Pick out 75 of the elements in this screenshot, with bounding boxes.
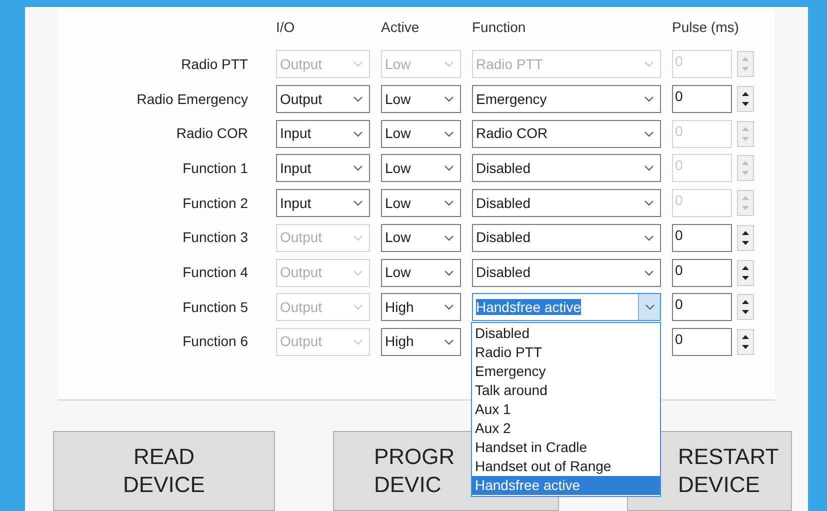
row-label: Function 6 — [182, 332, 248, 352]
row-label: Function 3 — [182, 228, 248, 248]
column-header: Pulse (ms) — [672, 18, 740, 37]
caret-icon — [644, 130, 654, 137]
dropdown-option[interactable]: Emergency — [472, 362, 660, 381]
dropdown-option[interactable]: Radio PTT — [472, 343, 660, 362]
caret-icon — [444, 96, 454, 102]
active-dropdown[interactable]: Low — [381, 224, 461, 252]
caret-icon — [644, 270, 654, 276]
caret-icon — [444, 200, 454, 206]
io-dropdown[interactable]: Input — [276, 120, 370, 148]
caret-icon — [353, 338, 363, 345]
function-dropdown[interactable]: Disabled — [472, 224, 661, 252]
caret-icon — [644, 165, 654, 172]
row-label: Function 1 — [182, 158, 248, 178]
column-header: I/O — [276, 18, 296, 37]
function-dropdown[interactable]: Radio COR — [472, 120, 661, 148]
caret-icon — [353, 234, 363, 241]
caret-icon — [644, 96, 654, 102]
active-dropdown[interactable]: Low — [381, 154, 461, 182]
row-label: Function 4 — [182, 263, 248, 282]
caret-icon — [444, 270, 454, 276]
caret-icon — [444, 130, 454, 137]
dropdown-option[interactable]: Aux 1 — [472, 400, 660, 419]
spinner-icon[interactable] — [737, 224, 754, 251]
pulse-field[interactable]: 0 — [672, 224, 732, 252]
caret-icon — [353, 96, 363, 102]
row-label: Radio Emergency — [136, 90, 248, 109]
row-label: Radio COR — [175, 124, 248, 144]
active-dropdown[interactable]: High — [381, 328, 461, 356]
spinner-icon[interactable] — [737, 86, 754, 112]
caret-icon — [644, 200, 654, 206]
column-header: Active — [381, 18, 420, 37]
row-label: Function 2 — [182, 194, 248, 213]
caret-icon — [353, 165, 363, 172]
spinner-icon[interactable] — [737, 294, 754, 320]
spinner-icon[interactable] — [737, 260, 754, 286]
active-dropdown[interactable]: Low — [381, 258, 461, 286]
pulse-field[interactable]: 0 — [672, 85, 732, 114]
caret-icon — [644, 304, 654, 310]
caret-icon — [444, 304, 454, 310]
caret-icon — [644, 234, 654, 241]
caret-icon — [444, 61, 454, 68]
io-dropdown[interactable]: Output — [276, 85, 370, 114]
function-dropdown[interactable]: Disabled — [472, 154, 661, 182]
caret-icon — [444, 165, 454, 172]
pulse-field[interactable]: 0 — [672, 293, 732, 322]
io-dropdown[interactable]: Input — [276, 189, 370, 218]
function-dropdown[interactable]: Emergency — [472, 85, 661, 114]
dropdown-option[interactable]: Disabled — [472, 324, 660, 343]
pulse-field[interactable]: 0 — [672, 328, 732, 356]
caret-icon — [353, 304, 363, 310]
active-dropdown[interactable]: High — [381, 293, 461, 322]
function-dropdown[interactable]: Handsfree active — [472, 293, 661, 322]
dropdown-option[interactable]: Handsfree active — [472, 476, 660, 495]
device-button[interactable]: READ DEVICE — [53, 431, 275, 511]
spinner-icon[interactable] — [737, 328, 754, 355]
function-dropdown[interactable]: Disabled — [472, 258, 661, 286]
caret-icon — [644, 61, 654, 68]
caret-icon — [444, 338, 454, 345]
io-dropdown[interactable]: Input — [276, 154, 370, 182]
caret-icon — [353, 270, 363, 276]
active-dropdown[interactable]: Low — [381, 120, 461, 148]
dropdown-option[interactable]: Talk around — [472, 381, 660, 400]
row-label: Radio PTT — [180, 54, 248, 74]
caret-icon — [353, 200, 363, 206]
caret-icon — [353, 130, 363, 137]
column-header: Function — [472, 18, 527, 37]
function-dropdown[interactable]: Disabled — [472, 189, 661, 218]
active-dropdown[interactable]: Low — [381, 189, 461, 218]
caret-icon — [353, 61, 363, 68]
caret-icon — [444, 234, 454, 241]
pulse-field[interactable]: 0 — [672, 258, 732, 286]
row-label: Function 5 — [182, 298, 248, 317]
active-dropdown[interactable]: Low — [381, 85, 461, 114]
